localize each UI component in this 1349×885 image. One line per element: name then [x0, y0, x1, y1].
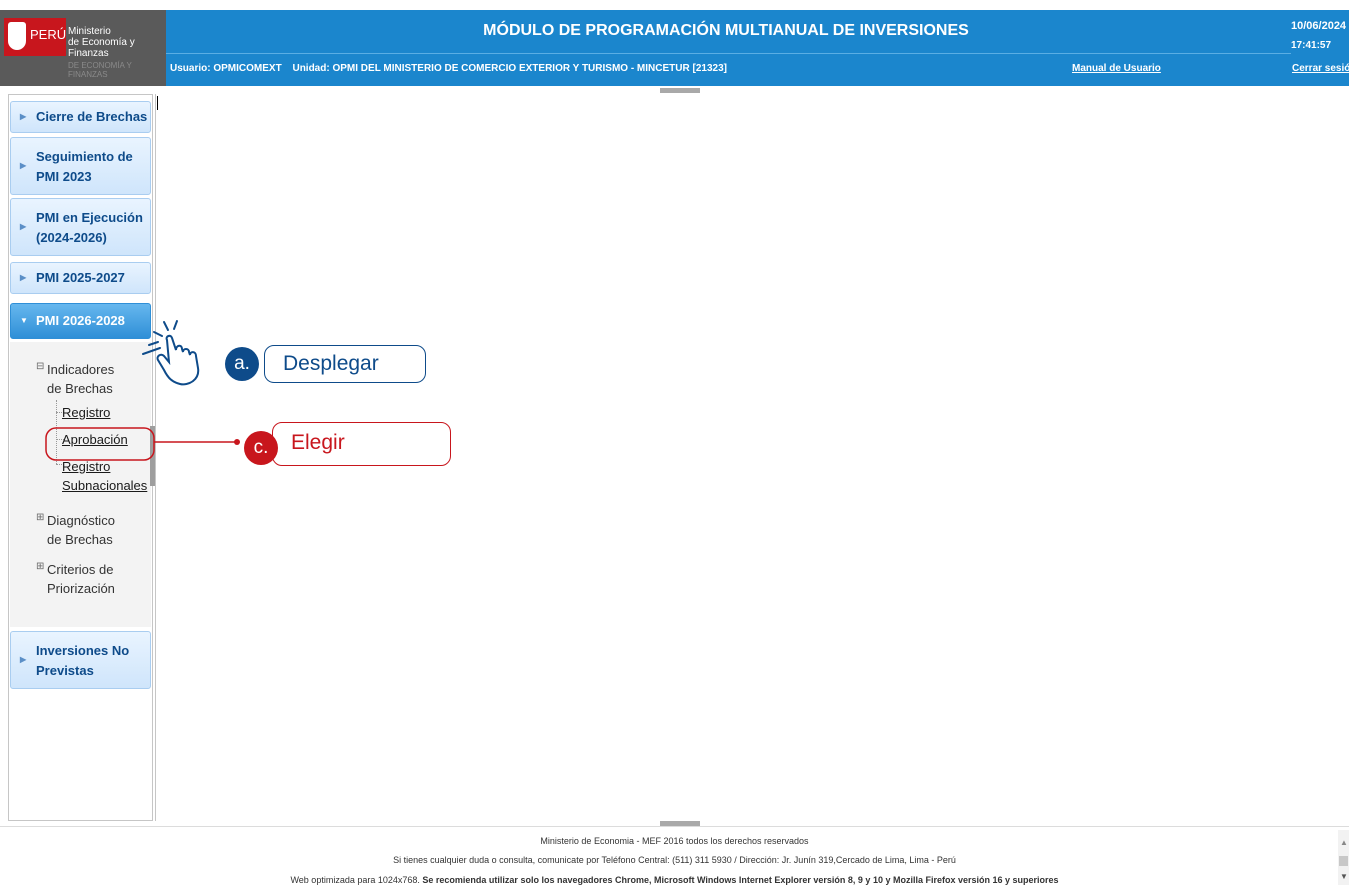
tree-node-diagnostico[interactable]: Diagnóstico de Brechas	[47, 511, 115, 549]
header-date: 10/06/2024	[1291, 20, 1347, 32]
tree-node-indicadores[interactable]: Indicadores de Brechas	[47, 360, 114, 398]
footer-browser-note-text: Web optimizada para 1024x768.	[290, 875, 420, 885]
app-root: PERÚ Ministerio de Economía y Finanzas D…	[0, 0, 1349, 885]
footer-copyright: Ministerio de Economia - MEF 2016 todos …	[540, 836, 809, 846]
tree-node-label: Priorización	[47, 581, 115, 596]
sidebar-item-pmi-2026-2028[interactable]: ▼ PMI 2026-2028	[10, 303, 151, 339]
sidebar-item-label: Cierre de Brechas	[36, 109, 148, 124]
step-c-badge: c.	[244, 431, 278, 465]
step-a-badge: a.	[225, 347, 259, 381]
sidebar-item-pmi-2025-2027[interactable]: ▶ PMI 2025-2027	[10, 262, 151, 294]
header-divider	[166, 53, 1291, 54]
sidebar-item-label: Previstas	[36, 663, 94, 678]
chevron-down-icon: ▼	[20, 316, 28, 325]
sidebar-item-label: Inversiones No	[36, 643, 130, 658]
logout-link[interactable]: Cerrar sesión	[1292, 63, 1349, 74]
sidebar-item-label: Seguimiento de	[36, 149, 133, 164]
pmi-tree-panel: ⊟ Indicadores de Brechas Registro Aproba…	[10, 342, 151, 627]
tree-node-label: Diagnóstico	[47, 513, 115, 528]
scroll-thumb[interactable]	[1339, 856, 1348, 866]
sidebar-item-label: PMI 2026-2028	[36, 313, 125, 328]
tree-link-registro[interactable]: Registro	[62, 403, 110, 422]
tree-node-label: de Brechas	[47, 532, 113, 547]
sidebar-item-pmi-ejecucion[interactable]: ▶ PMI en Ejecución (2024-2026)	[10, 198, 151, 256]
chevron-right-icon: ▶	[20, 112, 27, 121]
coat-of-arms-icon	[8, 22, 26, 50]
manual-link[interactable]: Manual de Usuario	[1072, 63, 1161, 74]
chevron-right-icon: ▶	[20, 222, 27, 231]
ministry-line-1: Ministerio	[68, 26, 111, 37]
user-unit: Unidad: OPMI DEL MINISTERIO DE COMERCIO …	[292, 63, 727, 74]
chevron-right-icon: ▶	[20, 655, 27, 664]
header-bar: MÓDULO DE PROGRAMACIÓN MULTIANUAL DE INV…	[166, 10, 1349, 86]
tree-node-criterios[interactable]: Criterios de Priorización	[47, 560, 115, 598]
mef-logo: PERÚ Ministerio de Economía y Finanzas D…	[0, 10, 166, 86]
footer-scrollbar[interactable]: ▲ ▼	[1338, 830, 1349, 885]
top-strip	[0, 0, 1349, 10]
collapse-icon[interactable]: ⊟	[36, 361, 44, 372]
tree-node-label: Criterios de	[47, 562, 114, 577]
ministry-line-2: de Economía y Finanzas	[68, 37, 135, 59]
scroll-up-icon[interactable]: ▲	[1340, 838, 1348, 847]
sidebar-item-label: PMI 2025-2027	[36, 270, 125, 285]
callout-elegir: Elegir	[272, 422, 451, 466]
logo-subtext: DE ECONOMÍA Y FINANZAS	[68, 61, 132, 79]
header-time: 17:41:57	[1291, 40, 1332, 51]
footer: Ministerio de Economia - MEF 2016 todos …	[0, 826, 1349, 885]
footer-browser-note: Web optimizada para 1024x768. Se recomie…	[0, 875, 1349, 885]
sidebar-item-label: (2024-2026)	[36, 230, 107, 245]
peru-label: PERÚ	[30, 27, 67, 42]
footer-browser-recommendation: Se recomienda utilizar solo los navegado…	[422, 875, 1059, 885]
user-name: Usuario: OPMICOMEXT	[170, 63, 282, 74]
sidebar-item-label: PMI 2023	[36, 169, 92, 184]
expand-icon[interactable]: ⊞	[36, 561, 44, 572]
chevron-right-icon: ▶	[20, 161, 27, 170]
tree-node-label: Indicadores	[47, 362, 115, 377]
sidebar-item-seguimiento-pmi-2023[interactable]: ▶ Seguimiento de PMI 2023	[10, 137, 151, 195]
page-title: MÓDULO DE PROGRAMACIÓN MULTIANUAL DE INV…	[483, 22, 969, 39]
top-splitter-handle[interactable]	[660, 88, 700, 93]
pointing-hand-icon	[142, 320, 200, 386]
sidebar-item-cierre-brechas[interactable]: ▶ Cierre de Brechas	[10, 101, 151, 133]
expand-icon[interactable]: ⊞	[36, 512, 44, 523]
user-info: Usuario: OPMICOMEXT Unidad: OPMI DEL MIN…	[170, 63, 727, 74]
chevron-right-icon: ▶	[20, 273, 27, 282]
text-cursor	[157, 96, 158, 110]
sidebar-item-inversiones-no-previstas[interactable]: ▶ Inversiones No Previstas	[10, 631, 151, 689]
tree-node-label: de Brechas	[47, 381, 113, 396]
scroll-down-icon[interactable]: ▼	[1340, 872, 1348, 881]
tree-link-label: Subnacionales	[62, 478, 148, 493]
sidebar-item-label: PMI en Ejecución	[36, 210, 143, 225]
callout-desplegar: Desplegar	[264, 345, 426, 383]
footer-contact: Si tienes cualquier duda o consulta, com…	[393, 855, 956, 865]
ministry-name: Ministerio de Economía y Finanzas	[68, 26, 166, 59]
